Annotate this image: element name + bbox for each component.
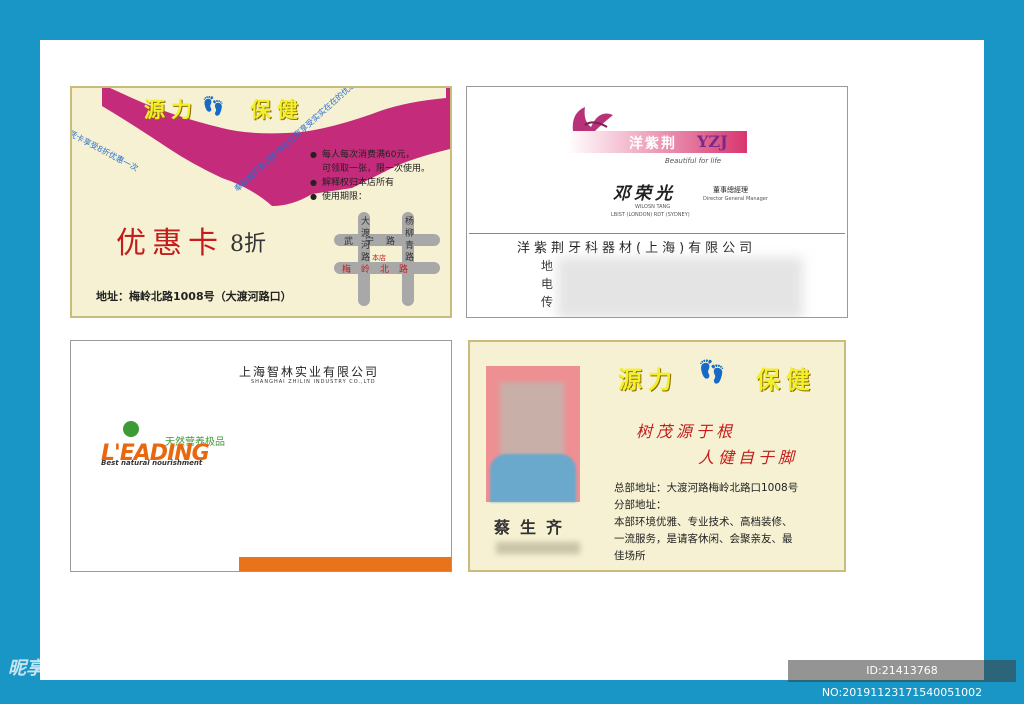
info-line: 分部地址：: [614, 499, 667, 511]
spa-info: 总部地址：大渡河路梅岭北路口1008号 分部地址： 本部环境优雅、专业技术、高档…: [614, 480, 798, 565]
divider-line: [469, 233, 845, 234]
leaf-logo-icon: [123, 421, 139, 437]
coupon-card: 源力 👣 保健 凭卡享受8折优惠一次 奉献我们真诚的情意让您享受实实在在的优惠 …: [70, 86, 452, 318]
brand-right: 保健: [756, 366, 816, 394]
info-line: 一流服务，是请客休闲、会聚亲友、最: [614, 533, 793, 545]
discount-label: 8折: [230, 232, 266, 257]
motto-line-2: 人健自于脚: [698, 448, 799, 467]
business-card-yzj: 洋紫荆 YZJ Beautiful for life 邓荣光 董事總經理 Dir…: [466, 86, 848, 318]
info-line: 本部环境优雅、专业技术、高档装修、: [614, 516, 793, 528]
person-name: 蔡生齐: [494, 518, 573, 537]
rule-item: 使用期限：: [310, 190, 430, 204]
rule-item: 解释权归本店所有: [310, 176, 430, 190]
image-id-bar: ID:21413768 NO:20191123171540051002: [788, 660, 1016, 699]
motto-line-1: 树茂源于根: [636, 422, 737, 441]
road-label-a: 武宁路: [344, 237, 408, 247]
blurred-title: [496, 542, 580, 554]
logo-english: YZJ: [697, 132, 728, 151]
contact-label-phone: 电: [541, 277, 554, 291]
person-name: 邓荣光: [613, 184, 676, 204]
portrait-shirt: [490, 454, 576, 502]
brand-subtitle: Best natural nourishment: [101, 459, 203, 467]
info-line: 总部地址：大渡河路梅岭北路口1008号: [614, 482, 799, 494]
blurred-face: [500, 382, 564, 462]
rule-item: 每人每次消费满60元，: [310, 148, 430, 162]
orange-accent-bar: [239, 557, 451, 571]
road-label-d: 梅岭北路: [342, 265, 419, 275]
company-name: 洋紫荆牙科器材(上海)有限公司: [517, 241, 757, 256]
person-name-en: WILOSN TANG: [635, 204, 671, 210]
feet-icon: 👣: [202, 96, 224, 117]
logo-chinese: 洋紫荆: [629, 136, 677, 152]
coupon-title: 优惠卡: [116, 226, 224, 261]
rule-item: 可领取一张，限一次使用。: [322, 164, 431, 174]
site-url-watermark: www.nipic.cn: [92, 660, 191, 678]
business-card-zhilin: 上海智林实业有限公司 SHANGHAI ZHILIN INDUSTRY CO.,…: [70, 340, 452, 572]
company-name-en: SHANGHAI ZHILIN INDUSTRY CO.,LTD: [251, 379, 376, 385]
brand-left: 源力: [618, 366, 678, 394]
job-title-cn: 董事總經理: [713, 186, 748, 194]
coupon-address: 地址：梅岭北路1008号（大渡河路口）: [96, 290, 292, 303]
info-line: 佳场所: [614, 550, 646, 562]
contact-label-address: 地: [541, 259, 554, 273]
coupon-rules: 每人每次消费满60元， 可领取一张，限一次使用。 解释权归本店所有 使用期限：: [310, 148, 430, 204]
logo-tagline: Beautiful for life: [665, 157, 722, 165]
site-watermark: 昵享网: [8, 658, 62, 679]
brand-right: 保健: [250, 98, 304, 122]
business-card-spa: 源力 👣 保健 蔡生齐 树茂源于根 人健自于脚 总部地址：大渡河路梅岭北路口10…: [468, 340, 846, 572]
company-name-cn: 上海智林实业有限公司: [239, 365, 380, 379]
person-degree: LBIST (LONDON) RDT (SYDNEY): [611, 212, 690, 218]
blurred-contact-info: [557, 257, 803, 317]
brand-left: 源力: [144, 98, 198, 122]
feet-icon: 👣: [698, 360, 725, 385]
store-marker: 本店: [372, 254, 386, 262]
contact-label-fax: 传: [541, 295, 554, 309]
job-title-en: Director General Manager: [703, 196, 768, 202]
